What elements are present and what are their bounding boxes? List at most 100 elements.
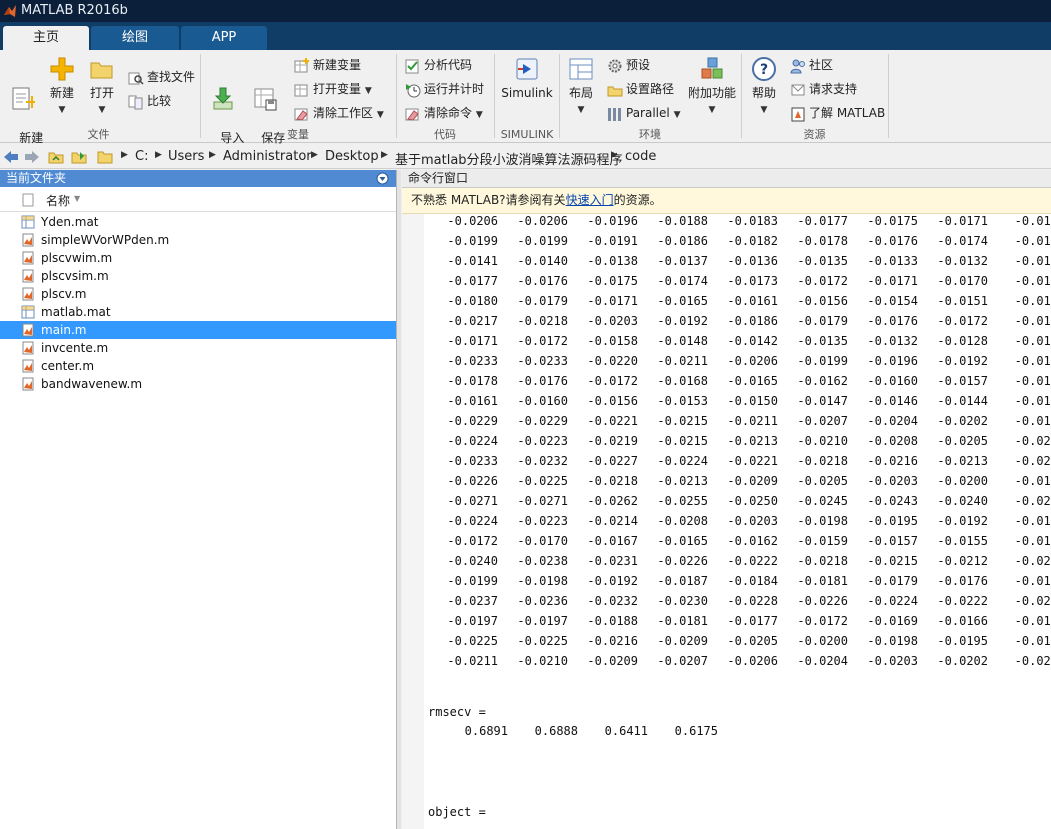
help-button[interactable]: ? 帮助 ▼ xyxy=(747,56,781,118)
matrix-cell: -0.0199 xyxy=(447,574,498,588)
m-file-icon xyxy=(22,377,34,391)
matrix-cell: -0.016 xyxy=(1014,274,1051,288)
run-and-time-button[interactable]: 运行并计时 xyxy=(405,80,484,98)
browse-folder-icon[interactable] xyxy=(71,149,87,164)
matrix-cell: -0.0172 xyxy=(797,274,848,288)
new-variable-button[interactable]: 新建变量 xyxy=(294,56,361,74)
file-row[interactable]: center.m xyxy=(0,357,396,375)
matrix-cell: -0.0148 xyxy=(657,334,708,348)
matrix-cell: -0.0172 xyxy=(447,534,498,548)
open-variable-button[interactable]: 打开变量 ▼ xyxy=(294,80,372,98)
banner-text-before: 不熟悉 MATLAB?请参阅有关 xyxy=(411,193,566,207)
matrix-cell: -0.0165 xyxy=(657,534,708,548)
clear-commands-button[interactable]: 清除命令 ▼ xyxy=(405,104,483,122)
compare-button[interactable]: 比较 xyxy=(128,92,171,110)
parallel-button[interactable]: Parallel ▼ xyxy=(607,104,680,122)
file-row[interactable]: invcente.m xyxy=(0,339,396,357)
matrix-cell: -0.0207 xyxy=(657,654,708,668)
group-separator xyxy=(200,54,201,138)
matrix-cell: -0.0213 xyxy=(657,474,708,488)
clear-commands-label: 清除命令 xyxy=(424,106,473,120)
tab-home[interactable]: 主页 xyxy=(3,26,89,50)
current-folder-panel: 当前文件夹 名称 ▼ Yden.mat simpleWVorWPden.m plsc… xyxy=(0,170,397,829)
request-support-label: 请求支持 xyxy=(809,82,858,96)
matrix-cell: -0.0199 xyxy=(517,234,568,248)
preferences-button[interactable]: 预设 xyxy=(607,56,650,74)
back-arrow-icon[interactable] xyxy=(3,150,19,164)
parallel-dropdown-arrow[interactable]: ▼ xyxy=(674,110,681,120)
breadcrumb-administrator[interactable]: Administrator xyxy=(223,149,312,164)
file-row[interactable]: bandwavenew.m xyxy=(0,375,396,393)
layout-dropdown-arrow[interactable]: ▼ xyxy=(578,105,585,115)
matrix-cell: -0.0159 xyxy=(797,534,848,548)
matrix-cell: -0.0132 xyxy=(867,334,918,348)
open-button[interactable]: 打开 ▼ xyxy=(84,56,120,118)
preferences-label: 预设 xyxy=(626,58,651,72)
addons-cubes-icon xyxy=(701,57,723,79)
addons-dropdown-arrow[interactable]: ▼ xyxy=(709,105,716,115)
file-row[interactable]: plscvwim.m xyxy=(0,249,396,267)
matrix-cell: -0.0165 xyxy=(657,294,708,308)
column-header[interactable]: 名称 ▼ xyxy=(0,189,396,212)
request-support-button[interactable]: 请求支持 xyxy=(790,80,857,98)
file-name: plscvwim.m xyxy=(41,251,113,265)
breadcrumb-desktop[interactable]: Desktop xyxy=(325,149,379,164)
matrix-cell: -0.0175 xyxy=(587,274,638,288)
community-button[interactable]: 社区 xyxy=(790,56,833,74)
breadcrumb-project-folder[interactable]: 基于matlab分段小波消噪算法源码程序 xyxy=(395,149,623,168)
analyze-code-button[interactable]: 分析代码 xyxy=(405,56,472,74)
matrix-cell: -0.0176 xyxy=(937,574,988,588)
panel-splitter[interactable] xyxy=(397,170,401,829)
matrix-cell: -0.0216 xyxy=(587,634,638,648)
getting-started-link[interactable]: 快速入门 xyxy=(566,193,614,207)
matrix-cell: -0.012 xyxy=(1014,334,1051,348)
matrix-cell: -0.0196 xyxy=(867,354,918,368)
command-output[interactable]: -0.0206 -0.0206 -0.0196 -0.0188 -0.0183 -0.01… xyxy=(402,214,1051,829)
file-row[interactable]: simpleWVorWPden.m xyxy=(0,231,396,249)
matrix-cell: -0.0233 xyxy=(447,454,498,468)
panel-actions-icon[interactable] xyxy=(376,172,389,185)
new-button[interactable]: 新建 ▼ xyxy=(44,56,80,118)
learn-matlab-button[interactable]: 了解 MATLAB xyxy=(790,104,885,122)
file-row[interactable]: matlab.mat xyxy=(0,303,396,321)
breadcrumb-drive[interactable]: C: xyxy=(135,149,148,164)
simulink-button[interactable]: Simulink xyxy=(500,56,554,101)
matrix-cell: -0.0147 xyxy=(797,394,848,408)
matrix-cell: -0.020 xyxy=(1014,434,1051,448)
matrix-cell: -0.014 xyxy=(1014,294,1051,308)
file-row[interactable]: plscv.m xyxy=(0,285,396,303)
name-column-label: 名称 xyxy=(46,194,71,208)
matrix-cell: -0.0218 xyxy=(517,314,568,328)
simulink-icon xyxy=(516,58,538,80)
clear-workspace-button[interactable]: 清除工作区 ▼ xyxy=(294,104,384,122)
matrix-cell: -0.0211 xyxy=(727,414,778,428)
breadcrumb-separator: ▶ xyxy=(155,150,162,160)
file-row[interactable]: plscvsim.m xyxy=(0,267,396,285)
set-path-button[interactable]: 设置路径 xyxy=(607,80,674,98)
breadcrumb-code[interactable]: code xyxy=(625,149,656,164)
open-variable-dropdown-arrow[interactable]: ▼ xyxy=(365,86,372,96)
up-folder-icon[interactable] xyxy=(48,149,64,164)
matrix-cell: -0.0171 xyxy=(867,274,918,288)
addons-label: 附加功能 xyxy=(687,86,736,100)
open-dropdown-arrow[interactable]: ▼ xyxy=(99,105,106,115)
file-row[interactable]: Yden.mat xyxy=(0,213,396,231)
breadcrumb-users[interactable]: Users xyxy=(168,149,204,164)
forward-arrow-icon[interactable] xyxy=(24,150,40,164)
find-files-button[interactable]: 查找文件 xyxy=(128,68,195,86)
clear-workspace-dropdown-arrow[interactable]: ▼ xyxy=(377,110,384,120)
command-window-header: 命令行窗口 xyxy=(402,170,1051,188)
matrix-cell: -0.0224 xyxy=(657,454,708,468)
file-row[interactable]: main.m xyxy=(0,321,396,339)
layout-button[interactable]: 布局 ▼ xyxy=(564,56,598,118)
addons-button[interactable]: 附加功能 ▼ xyxy=(686,56,738,118)
matrix-cell: -0.0216 xyxy=(867,454,918,468)
clear-commands-dropdown-arrow[interactable]: ▼ xyxy=(476,110,483,120)
help-dropdown-arrow[interactable]: ▼ xyxy=(761,105,768,115)
matrix-cell: -0.0224 xyxy=(867,594,918,608)
m-file-icon xyxy=(22,287,34,301)
tab-plots[interactable]: 绘图 xyxy=(91,26,179,50)
tab-apps[interactable]: APP xyxy=(181,26,267,50)
new-dropdown-arrow[interactable]: ▼ xyxy=(59,105,66,115)
matrix-cell: -0.0172 xyxy=(517,334,568,348)
